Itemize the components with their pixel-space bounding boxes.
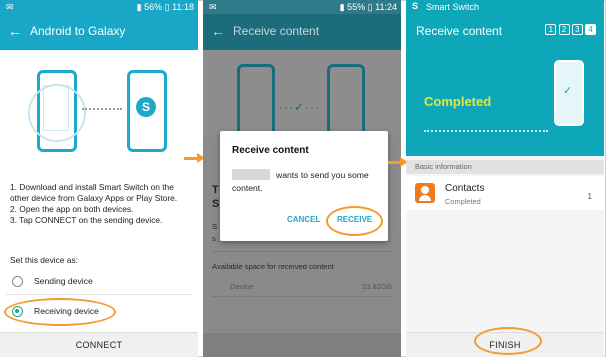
- check-icon: ✓: [563, 85, 573, 97]
- status-right: ▮ 56% ▯ 11:18: [137, 2, 194, 13]
- contacts-count: 1: [587, 192, 592, 201]
- status-right: ▮ 55% ▯ 11:24: [340, 2, 397, 13]
- signal-icon: ▮: [339, 2, 345, 12]
- notification-icon: ✉: [209, 2, 217, 12]
- dimmed-text: S: [212, 222, 218, 231]
- smart-switch-logo-icon: S: [136, 97, 156, 117]
- highlight-oval: [4, 298, 116, 326]
- battery-level: 55%: [347, 2, 366, 12]
- device-label: Device: [230, 282, 254, 291]
- page-title: Receive content: [233, 24, 320, 38]
- status-bar: ✉ ▮ 56% ▯ 11:18: [0, 0, 198, 14]
- highlight-oval: [326, 206, 383, 236]
- screen-android-to-galaxy: ✉ ▮ 56% ▯ 11:18 ← Android to Galaxy S 1.…: [0, 0, 198, 357]
- device-space-value: 23.82GB: [362, 282, 392, 291]
- notification-icon: ✉: [6, 2, 14, 12]
- transfer-check-icon: ···✓···: [279, 100, 321, 114]
- step-2: 2: [558, 24, 570, 35]
- clock: 11:24: [375, 2, 397, 12]
- instruction-1: 1. Download and install Smart Switch on …: [10, 182, 178, 203]
- instruction-2: 2. Open the app on both devices.: [10, 204, 134, 214]
- smart-switch-logo-icon: S: [412, 1, 419, 11]
- battery-icon: ▯: [367, 2, 373, 12]
- contacts-row[interactable]: Contacts Completed 1: [406, 176, 604, 210]
- highlight-oval: [474, 327, 542, 355]
- completed-label: Completed: [424, 94, 492, 109]
- option-sending-device[interactable]: Sending device: [6, 270, 192, 295]
- transfer-ring-illustration: [28, 84, 86, 142]
- dotted-connector: [82, 108, 122, 110]
- connect-button[interactable]: CONNECT: [0, 332, 198, 357]
- option-label: Sending device: [34, 276, 93, 286]
- step-3: 3: [571, 24, 583, 35]
- divider: [212, 251, 392, 252]
- signal-icon: ▮: [136, 2, 142, 12]
- completion-hero: Completed ✓: [406, 50, 604, 156]
- section-header: Basic information: [406, 160, 604, 174]
- dimmed-text: s: [212, 234, 216, 243]
- screen-receive-content: ✉ ▮ 55% ▯ 11:24 ← Receive content ···✓··…: [203, 0, 401, 357]
- step-indicator: 1 2 3 4: [545, 24, 596, 35]
- battery-icon: ▯: [164, 2, 170, 12]
- dimmed-illustration-area: ···✓···: [203, 50, 401, 150]
- back-arrow-icon[interactable]: ←: [211, 23, 225, 39]
- dimmed-heading: S: [212, 198, 220, 210]
- back-arrow-icon[interactable]: ←: [8, 23, 22, 39]
- status-bar: S Smart Switch: [406, 0, 604, 14]
- contacts-status: Completed: [445, 197, 481, 206]
- instructions: 1. Download and install Smart Switch on …: [10, 182, 194, 226]
- galaxy-phone-illustration: S: [127, 70, 167, 152]
- available-space-label: Available space for received content: [212, 262, 334, 271]
- instruction-3: 3. Tap CONNECT on the sending device.: [10, 215, 163, 225]
- clock: 11:18: [172, 2, 194, 12]
- dimmed-heading: T: [212, 184, 219, 196]
- radio-off[interactable]: [12, 276, 23, 287]
- dimmed-bottom-bar: [203, 333, 401, 357]
- app-bar: Receive content 1 2 3 4: [406, 14, 604, 50]
- page-title: Android to Galaxy: [30, 24, 126, 38]
- cancel-button[interactable]: CANCEL: [287, 215, 320, 224]
- screen-transfer-complete: S Smart Switch Receive content 1 2 3 4 C…: [406, 0, 604, 357]
- step-4-current: 4: [585, 24, 596, 35]
- step-1: 1: [545, 24, 557, 35]
- app-bar: ← Android to Galaxy: [0, 14, 198, 50]
- set-device-label: Set this device as:: [10, 255, 78, 265]
- dialog-message: wants to send you some content.: [232, 170, 369, 193]
- divider: [212, 296, 392, 297]
- dotted-connector: [424, 130, 548, 132]
- app-label: Smart Switch: [426, 2, 480, 12]
- battery-level: 56%: [144, 2, 163, 12]
- app-bar: ← Receive content: [203, 14, 401, 50]
- status-bar: ✉ ▮ 55% ▯ 11:24: [203, 0, 401, 14]
- dialog-title: Receive content: [232, 145, 309, 156]
- phone-illustration: ✓: [554, 60, 584, 126]
- page-title: Receive content: [416, 24, 503, 38]
- contacts-label: Contacts: [445, 183, 485, 194]
- contacts-icon: [415, 183, 435, 203]
